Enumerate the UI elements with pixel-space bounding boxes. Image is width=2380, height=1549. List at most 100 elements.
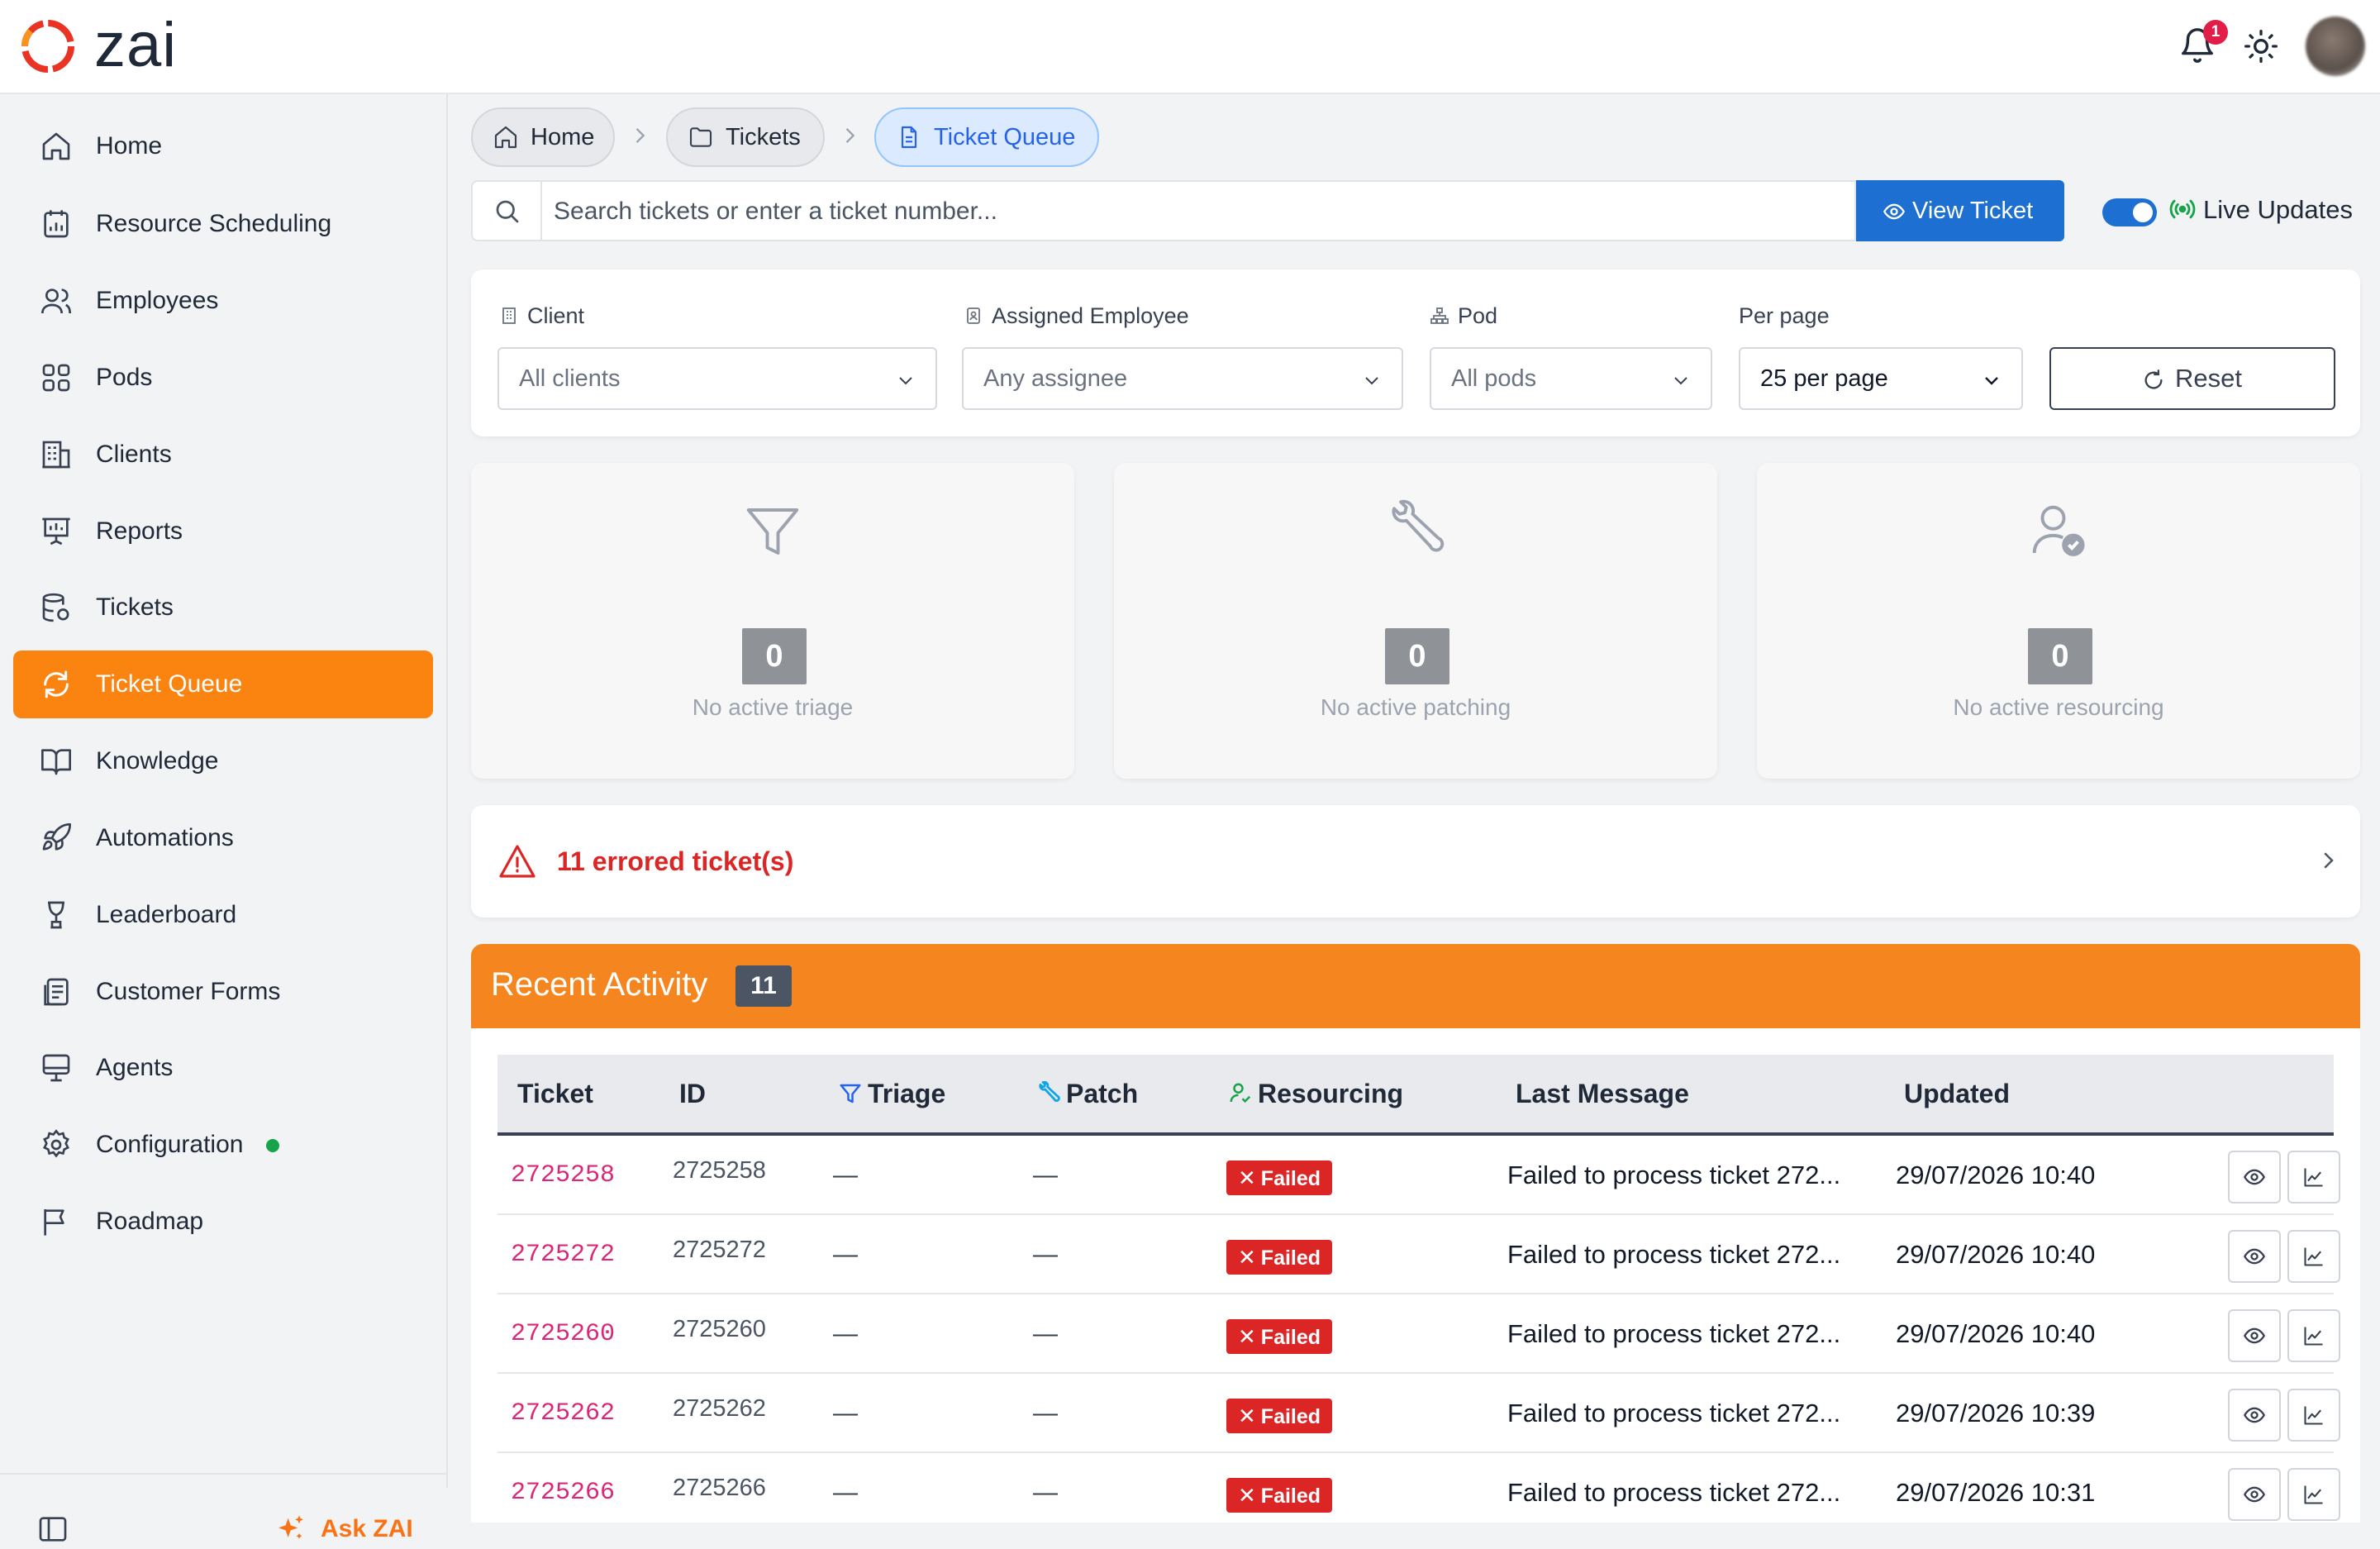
sidebar-item-configuration[interactable]: Configuration (13, 1111, 433, 1179)
ticket-analytics-button[interactable] (2287, 1151, 2340, 1203)
per-page-label: Per page (1739, 303, 1830, 328)
ticket-link[interactable]: 2725262 (511, 1394, 615, 1433)
chevron-right-icon (635, 128, 645, 143)
breadcrumb-home[interactable]: Home (471, 107, 615, 167)
sidebar-item-label: Roadmap (96, 1208, 204, 1235)
sidebar-item-roadmap[interactable]: Roadmap (13, 1188, 433, 1256)
sidebar-item-label: Knowledge (96, 747, 219, 774)
col-last-message[interactable]: Last Message (1516, 1055, 1689, 1132)
patch-status: — (1033, 1320, 1058, 1347)
eye-icon (2244, 1327, 2265, 1344)
users-icon (41, 288, 71, 314)
close-icon: ✕ (1238, 1324, 1256, 1349)
patch-status: — (1033, 1161, 1058, 1189)
view-ticket-row-button[interactable] (2228, 1468, 2281, 1521)
sidebar-item-automations[interactable]: Automations (13, 804, 433, 872)
sidebar-item-agents[interactable]: Agents (13, 1034, 433, 1102)
resourcing-count: 0 (2028, 628, 2092, 684)
table-row[interactable]: 2725258 2725258 — — ✕ Failed Failed to process… (497, 1136, 2340, 1215)
home-icon (494, 126, 517, 149)
status-badge: ✕ Failed (1226, 1478, 1333, 1513)
col-triage[interactable]: Triage (838, 1055, 945, 1132)
sidebar-item-tickets[interactable]: Tickets (13, 574, 433, 641)
assignee-select-value: Any assignee (983, 365, 1128, 392)
patching-caption: No active patching (1320, 694, 1511, 720)
reset-label: Reset (2175, 364, 2242, 393)
assignee-filter-label: Assigned Employee (964, 301, 1189, 331)
sidebar-item-employees[interactable]: Employees (13, 267, 433, 335)
breadcrumb-label: Ticket Queue (934, 124, 1076, 150)
table-row[interactable]: 2725260 2725260 — — ✕ Failed Failed to process… (497, 1294, 2340, 1374)
chevron-down-icon (899, 377, 912, 385)
view-ticket-button[interactable]: View Ticket (1856, 180, 2064, 241)
ticket-icon (42, 593, 69, 622)
sidebar-item-resource-scheduling[interactable]: Resource Scheduling (13, 190, 433, 258)
patch-status: — (1033, 1399, 1058, 1427)
chevron-down-icon (1985, 377, 1998, 385)
sidebar-item-label: Leaderboard (96, 901, 237, 928)
col-patch[interactable]: Patch (1036, 1055, 1138, 1132)
status-badge: ✕ Failed (1226, 1319, 1333, 1354)
view-ticket-row-button[interactable] (2228, 1309, 2281, 1362)
assignee-select[interactable]: Any assignee (962, 347, 1403, 410)
sidebar-item-pods[interactable]: Pods (13, 344, 433, 412)
ticket-link[interactable]: 2725266 (511, 1473, 615, 1513)
view-ticket-row-button[interactable] (2228, 1151, 2281, 1203)
sidebar: Home Resource Scheduling Employees Pods … (0, 94, 448, 1542)
avatar[interactable] (2306, 17, 2365, 76)
col-resourcing[interactable]: Resourcing (1228, 1055, 1403, 1132)
recent-activity-count: 11 (735, 965, 792, 1007)
col-updated[interactable]: Updated (1904, 1055, 2010, 1132)
table-row[interactable]: 2725262 2725262 — — ✕ Failed Failed to process… (497, 1374, 2340, 1453)
sidebar-item-knowledge[interactable]: Knowledge (13, 727, 433, 795)
reset-button[interactable]: Reset (2049, 347, 2335, 410)
col-id[interactable]: ID (679, 1055, 706, 1132)
patch-status: — (1033, 1479, 1058, 1506)
pod-select[interactable]: All pods (1430, 347, 1712, 410)
table-row[interactable]: 2725272 2725272 — — ✕ Failed Failed to process… (497, 1215, 2340, 1294)
line-chart-icon (2304, 1247, 2323, 1266)
ticket-link[interactable]: 2725260 (511, 1314, 615, 1354)
view-ticket-row-button[interactable] (2228, 1230, 2281, 1283)
sidebar-item-home[interactable]: Home (13, 112, 433, 180)
building-icon (502, 307, 516, 324)
sidebar-item-leaderboard[interactable]: Leaderboard (13, 881, 433, 949)
breadcrumb-tickets[interactable]: Tickets (666, 107, 825, 167)
sidebar-item-clients[interactable]: Clients (13, 421, 433, 489)
sidebar-item-customer-forms[interactable]: Customer Forms (13, 958, 433, 1026)
monitor-icon (42, 1054, 70, 1082)
client-select[interactable]: All clients (497, 347, 937, 410)
ticket-link[interactable]: 2725258 (511, 1156, 615, 1195)
warning-icon (499, 845, 536, 878)
ticket-analytics-button[interactable] (2287, 1468, 2340, 1521)
sidebar-toggle-icon[interactable] (36, 1513, 69, 1546)
chevron-right-icon (2324, 852, 2334, 869)
sidebar-item-reports[interactable]: Reports (13, 498, 433, 565)
ticket-analytics-button[interactable] (2287, 1309, 2340, 1362)
per-page-select[interactable]: 25 per page (1739, 347, 2023, 410)
col-ticket[interactable]: Ticket (517, 1055, 593, 1132)
refresh-icon (2144, 369, 2163, 389)
filter-icon (840, 1084, 861, 1103)
live-updates-toggle[interactable] (2102, 198, 2157, 226)
theme-toggle-sun-icon[interactable] (2243, 28, 2279, 64)
sidebar-item-label: Automations (96, 824, 234, 851)
close-icon: ✕ (1238, 1245, 1256, 1270)
ticket-analytics-button[interactable] (2287, 1389, 2340, 1442)
sidebar-item-label: Employees (96, 287, 219, 314)
breadcrumb-ticket-queue[interactable]: Ticket Queue (874, 107, 1099, 167)
errored-tickets-banner[interactable]: 11 errored ticket(s) (471, 805, 2360, 917)
status-dot (266, 1139, 279, 1152)
ticket-link[interactable]: 2725272 (511, 1235, 615, 1275)
triage-count: 0 (742, 628, 807, 684)
ticket-analytics-button[interactable] (2287, 1230, 2340, 1283)
patching-stat-card: 0 No active patching (1114, 463, 1717, 779)
view-ticket-row-button[interactable] (2228, 1389, 2281, 1442)
wrench-icon (1392, 499, 1445, 552)
sidebar-item-ticket-queue[interactable]: Ticket Queue (13, 651, 433, 718)
search-input[interactable] (552, 188, 1844, 235)
resourcing-stat-card: 0 No active resourcing (1757, 463, 2360, 779)
triage-stat-card: 0 No active triage (471, 463, 1074, 779)
sidebar-divider (0, 1473, 446, 1475)
table-row[interactable]: 2725266 2725266 — — ✕ Failed Failed to process… (497, 1453, 2340, 1523)
